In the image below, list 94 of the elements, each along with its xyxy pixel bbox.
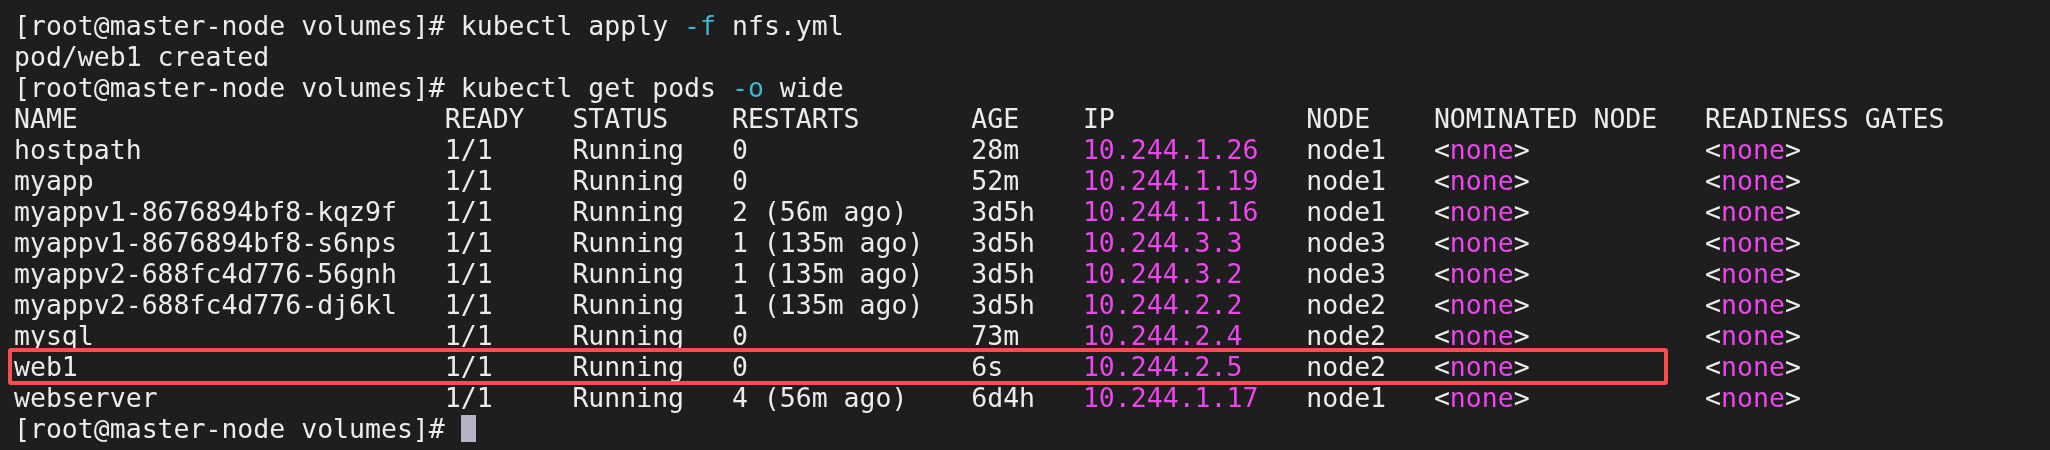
- table-cell: Running: [572, 382, 685, 413]
- table-cell: node2: [1306, 289, 1387, 320]
- column-header: STATUS: [572, 103, 669, 134]
- table-cell: Running: [572, 165, 685, 196]
- table-cell: Running: [572, 134, 685, 165]
- table-cell: 3d5h: [971, 289, 1036, 320]
- table-cell: 3d5h: [971, 196, 1036, 227]
- table-cell: 3d5h: [971, 258, 1036, 289]
- table-cell: 3d5h: [971, 227, 1036, 258]
- table-cell: Running: [572, 289, 685, 320]
- table-cell: node1: [1306, 165, 1387, 196]
- table-cell: <none>: [1705, 382, 1801, 413]
- column-header: NODE: [1306, 103, 1371, 134]
- table-cell: 52m: [971, 165, 1020, 196]
- table-cell: mysql: [14, 320, 94, 351]
- column-header: READY: [444, 103, 525, 134]
- table-cell: Running: [572, 196, 685, 227]
- table-cell: 1/1: [444, 165, 493, 196]
- table-cell: node1: [1306, 382, 1387, 413]
- table-cell: 6d4h: [971, 382, 1036, 413]
- table-cell: node3: [1306, 227, 1387, 258]
- table-cell: <none>: [1705, 165, 1801, 196]
- table-cell: 0: [731, 320, 748, 351]
- table-cell: myappv2-688fc4d776-dj6kl: [14, 289, 397, 320]
- table-cell: Running: [572, 351, 685, 382]
- column-header: NAME: [14, 103, 78, 134]
- table-cell: node2: [1306, 351, 1387, 382]
- terminal-line: [root@master-node volumes]# kubectl apply -f nfs.yml: [14, 10, 844, 41]
- table-cell: <none>: [1705, 134, 1801, 165]
- terminal-line: [root@master-node volumes]# kubectl get pods -o wide: [14, 72, 844, 103]
- table-cell: 1/1: [444, 258, 493, 289]
- column-header: AGE: [971, 103, 1020, 134]
- column-header: IP: [1082, 103, 1115, 134]
- table-cell: 1/1: [444, 227, 493, 258]
- table-cell: 10.244.2.4: [1082, 320, 1243, 351]
- table-cell: 1/1: [444, 320, 493, 351]
- table-cell: <none>: [1705, 227, 1801, 258]
- table-cell: Running: [572, 258, 685, 289]
- table-cell: myapp: [14, 165, 94, 196]
- table-cell: Running: [572, 320, 685, 351]
- table-cell: 10.244.3.2: [1082, 258, 1243, 289]
- table-cell: hostpath: [14, 134, 142, 165]
- table-cell: 1/1: [444, 351, 493, 382]
- table-cell: <none>: [1433, 227, 1530, 258]
- table-cell: <none>: [1433, 134, 1530, 165]
- table-cell: 0: [731, 351, 748, 382]
- table-cell: 73m: [971, 320, 1020, 351]
- table-cell: myappv1-8676894bf8-s6nps: [14, 227, 397, 258]
- table-cell: 1 (135m ago): [731, 289, 924, 320]
- table-cell: 6s: [971, 351, 1004, 382]
- table-cell: <none>: [1433, 196, 1530, 227]
- table-cell: node1: [1306, 196, 1387, 227]
- table-cell: 10.244.1.16: [1082, 196, 1259, 227]
- column-header: RESTARTS: [731, 103, 860, 134]
- table-cell: 10.244.1.26: [1082, 134, 1259, 165]
- table-cell: node2: [1306, 320, 1387, 351]
- table-cell: 28m: [971, 134, 1020, 165]
- table-cell: web1: [14, 351, 78, 382]
- table-cell: <none>: [1705, 320, 1801, 351]
- table-cell: <none>: [1433, 289, 1530, 320]
- table-cell: 1/1: [444, 289, 493, 320]
- table-cell: <none>: [1433, 165, 1530, 196]
- table-cell: 10.244.1.17: [1082, 382, 1259, 413]
- table-cell: 0: [731, 165, 748, 196]
- shell-prompt: [root@master-node volumes]#: [14, 413, 446, 444]
- table-cell: 1/1: [444, 134, 493, 165]
- table-cell: webserver: [14, 382, 158, 413]
- terminal-line: pod/web1 created: [14, 41, 270, 72]
- table-cell: 2 (56m ago): [731, 196, 908, 227]
- table-cell: 4 (56m ago): [731, 382, 908, 413]
- table-cell: 10.244.1.19: [1082, 165, 1259, 196]
- table-cell: node1: [1306, 134, 1387, 165]
- table-cell: 10.244.2.2: [1082, 289, 1243, 320]
- table-cell: <none>: [1433, 382, 1530, 413]
- table-cell: <none>: [1705, 196, 1801, 227]
- table-cell: Running: [572, 227, 685, 258]
- table-cell: 10.244.2.5: [1082, 351, 1243, 382]
- table-cell: <none>: [1705, 289, 1801, 320]
- column-header: READINESS GATES: [1705, 103, 1945, 134]
- table-cell: node3: [1306, 258, 1387, 289]
- table-cell: 1/1: [444, 196, 493, 227]
- table-cell: <none>: [1433, 351, 1530, 382]
- table-cell: 0: [731, 134, 748, 165]
- table-cell: <none>: [1433, 320, 1530, 351]
- table-cell: 1 (135m ago): [731, 227, 924, 258]
- table-cell: <none>: [1705, 258, 1801, 289]
- table-cell: <none>: [1433, 258, 1530, 289]
- table-cell: 1/1: [444, 382, 493, 413]
- column-header: NOMINATED NODE: [1433, 103, 1658, 134]
- table-cell: myappv2-688fc4d776-56gnh: [14, 258, 397, 289]
- table-cell: myappv1-8676894bf8-kqz9f: [14, 196, 397, 227]
- table-cell: 10.244.3.3: [1082, 227, 1243, 258]
- table-cell: <none>: [1705, 351, 1801, 382]
- table-cell: 1 (135m ago): [731, 258, 924, 289]
